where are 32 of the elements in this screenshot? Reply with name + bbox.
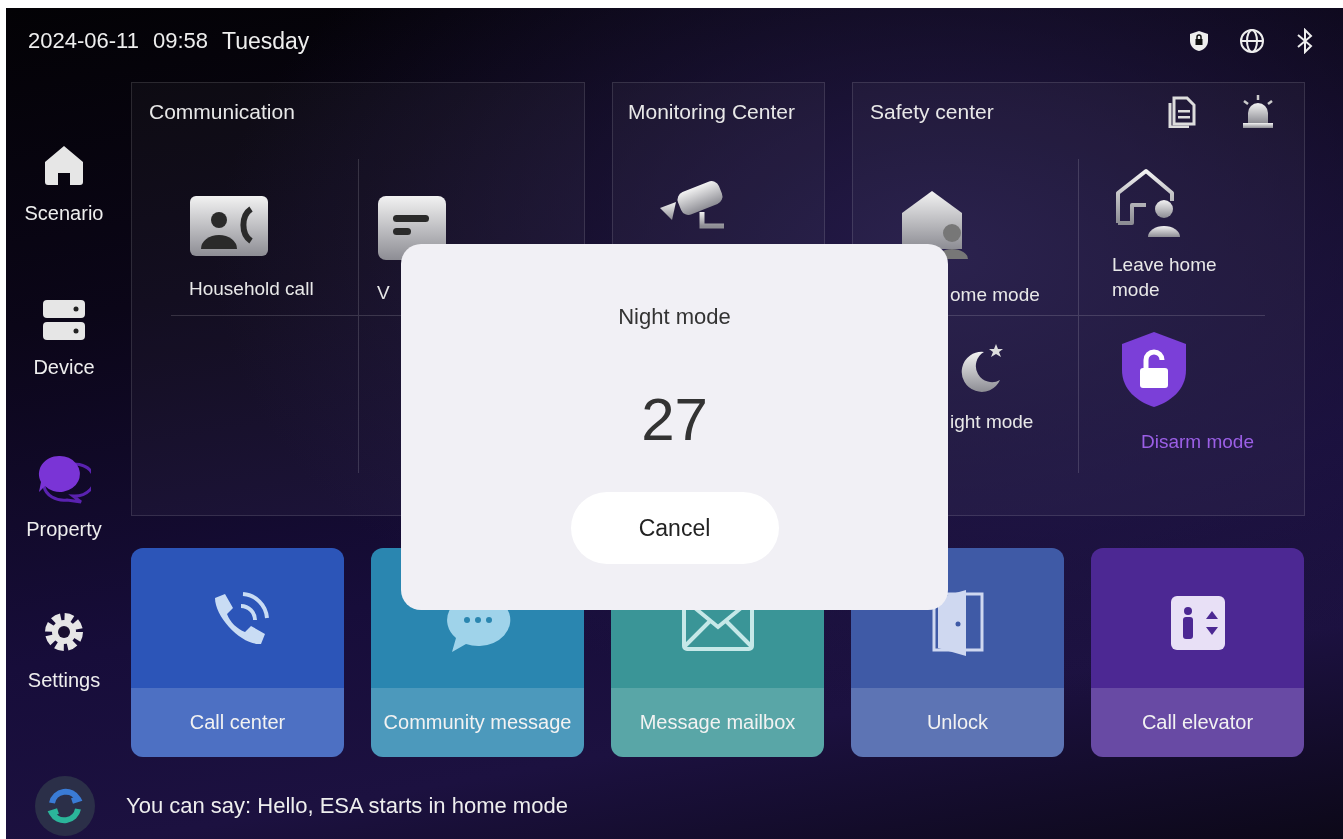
countdown-number: 27: [641, 385, 708, 454]
alarm-bell-icon: [1240, 95, 1276, 129]
weekday-text: Tuesday: [221, 27, 310, 55]
app-tile[interactable]: Call center: [131, 548, 344, 757]
dialog-title: Night mode: [618, 304, 731, 330]
document-icon: [1168, 96, 1196, 128]
shield-unlock-icon: [1120, 330, 1188, 408]
log-button[interactable]: [1168, 96, 1196, 128]
sidebar-item[interactable]: Device: [6, 297, 122, 454]
sidebar-item[interactable]: Settings: [6, 609, 122, 765]
server-icon: [41, 297, 87, 342]
sidebar-item[interactable]: Property: [6, 453, 122, 610]
contact-call-icon: [189, 195, 269, 257]
security-mode-item[interactable]: Leave home mode: [1079, 159, 1265, 316]
panel-title: Safety center: [870, 100, 995, 124]
alarm-button[interactable]: [1240, 95, 1276, 129]
shield-lock-icon: [1189, 30, 1209, 52]
sidebar-item[interactable]: Scenario: [6, 142, 122, 298]
elevator-icon: [1169, 595, 1226, 651]
communication-item[interactable]: Household call: [171, 159, 359, 316]
panel-title: Communication: [149, 100, 296, 124]
voice-hint-text: You can say: Hello, ESA starts in home mode: [126, 793, 568, 819]
panel-title: Monitoring Center: [628, 100, 796, 124]
security-mode-item[interactable]: Disarm mode: [1079, 316, 1265, 473]
assistant-logo-icon[interactable]: [34, 775, 96, 837]
app-tile[interactable]: Call elevator: [1091, 548, 1304, 757]
cancel-button[interactable]: Cancel: [570, 492, 779, 564]
date-text: 2024-06-11: [28, 28, 139, 54]
bluetooth-icon: [1295, 28, 1315, 54]
time-text: 09:58: [152, 28, 208, 54]
chat-bubbles-icon: [37, 453, 91, 504]
globe-icon: [1239, 28, 1265, 54]
